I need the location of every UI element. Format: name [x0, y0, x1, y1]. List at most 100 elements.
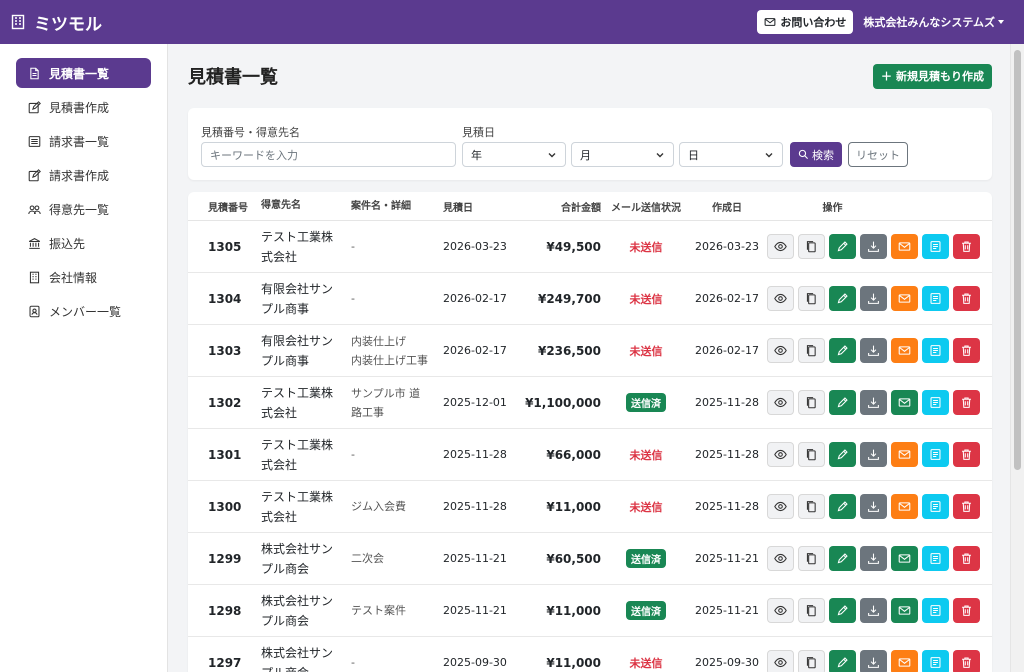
download-button[interactable] [860, 650, 887, 672]
view-button[interactable] [767, 494, 794, 519]
edit-button[interactable] [829, 234, 856, 259]
view-button[interactable] [767, 390, 794, 415]
download-button[interactable] [860, 598, 887, 623]
invoice-button[interactable] [922, 234, 949, 259]
sidebar-item-0[interactable]: 見積書一覧 [16, 58, 151, 88]
sidebar-item-3[interactable]: 請求書作成 [16, 160, 151, 190]
download-button[interactable] [860, 234, 887, 259]
status-badge: 未送信 [629, 656, 663, 670]
invoice-button[interactable] [922, 338, 949, 363]
invoice-button[interactable] [922, 286, 949, 311]
download-button[interactable] [860, 494, 887, 519]
scrollbar[interactable] [1010, 44, 1024, 672]
delete-button[interactable] [953, 546, 980, 571]
download-icon [867, 448, 880, 461]
delete-button[interactable] [953, 442, 980, 467]
contact-button[interactable]: お問い合わせ [757, 10, 854, 34]
send-mail-button[interactable] [891, 234, 918, 259]
edit-button[interactable] [829, 390, 856, 415]
download-button[interactable] [860, 338, 887, 363]
created-date: 2025-11-28 [695, 500, 759, 513]
view-button[interactable] [767, 442, 794, 467]
edit-button[interactable] [829, 598, 856, 623]
copy-button[interactable] [798, 390, 825, 415]
copy-button[interactable] [798, 442, 825, 467]
search-button[interactable]: 検索 [790, 142, 842, 167]
envelope-icon [898, 552, 911, 565]
sidebar-item-2[interactable]: 請求書一覧 [16, 126, 151, 156]
view-button[interactable] [767, 650, 794, 672]
send-mail-button[interactable] [891, 546, 918, 571]
edit-button[interactable] [829, 442, 856, 467]
download-button[interactable] [860, 286, 887, 311]
edit-button[interactable] [829, 650, 856, 672]
delete-button[interactable] [953, 598, 980, 623]
invoice-button[interactable] [922, 390, 949, 415]
case-detail: ジム入会費 [351, 497, 443, 516]
estimate-number: 1301 [208, 447, 242, 462]
send-mail-button[interactable] [891, 598, 918, 623]
status-badge: 送信済 [626, 549, 666, 568]
send-mail-button[interactable] [891, 286, 918, 311]
invoice-button[interactable] [922, 442, 949, 467]
download-button[interactable] [860, 442, 887, 467]
sidebar-item-7[interactable]: メンバー一覧 [16, 296, 151, 326]
sidebar-item-1[interactable]: 見積書作成 [16, 92, 151, 122]
view-button[interactable] [767, 546, 794, 571]
view-button[interactable] [767, 598, 794, 623]
copy-button[interactable] [798, 286, 825, 311]
edit-button[interactable] [829, 494, 856, 519]
sidebar-item-4[interactable]: 得意先一覧 [16, 194, 151, 224]
send-mail-button[interactable] [891, 338, 918, 363]
header-case: 案件名・詳細 [351, 200, 411, 212]
month-select[interactable]: 月 [571, 142, 674, 167]
customer-name-line: テスト工業株 [261, 437, 334, 452]
invoice-icon [929, 292, 942, 305]
send-mail-button[interactable] [891, 494, 918, 519]
send-mail-button[interactable] [891, 390, 918, 415]
edit-button[interactable] [829, 286, 856, 311]
view-button[interactable] [767, 286, 794, 311]
created-date: 2026-03-23 [695, 240, 759, 253]
delete-button[interactable] [953, 390, 980, 415]
copy-button[interactable] [798, 494, 825, 519]
invoice-button[interactable] [922, 494, 949, 519]
edit-button[interactable] [829, 546, 856, 571]
copy-button[interactable] [798, 338, 825, 363]
company-dropdown[interactable]: 株式会社みんなシステムズ [863, 14, 1004, 30]
view-button[interactable] [767, 338, 794, 363]
status-badge: 未送信 [629, 448, 663, 462]
created-date: 2026-02-17 [695, 292, 759, 305]
keyword-input[interactable]: キーワードを入力 [201, 142, 456, 167]
customer-name: 有限会社サン プル商事 [261, 279, 351, 319]
sidebar-item-6[interactable]: 会社情報 [16, 262, 151, 292]
edit-button[interactable] [829, 338, 856, 363]
invoice-button[interactable] [922, 546, 949, 571]
invoice-button[interactable] [922, 598, 949, 623]
brand[interactable]: ミツモル [10, 10, 102, 35]
invoice-button[interactable] [922, 650, 949, 672]
copy-button[interactable] [798, 650, 825, 672]
sidebar-item-5[interactable]: 振込先 [16, 228, 151, 258]
estimate-date: 2025-11-28 [443, 500, 507, 513]
delete-button[interactable] [953, 234, 980, 259]
send-mail-button[interactable] [891, 442, 918, 467]
year-select[interactable]: 年 [462, 142, 566, 167]
download-button[interactable] [860, 390, 887, 415]
delete-button[interactable] [953, 494, 980, 519]
copy-button[interactable] [798, 598, 825, 623]
delete-button[interactable] [953, 338, 980, 363]
reset-button[interactable]: リセット [848, 142, 908, 167]
delete-button[interactable] [953, 286, 980, 311]
download-button[interactable] [860, 546, 887, 571]
scrollbar-thumb[interactable] [1014, 50, 1021, 470]
day-select[interactable]: 日 [679, 142, 783, 167]
view-button[interactable] [767, 234, 794, 259]
copy-button[interactable] [798, 546, 825, 571]
copy-button[interactable] [798, 234, 825, 259]
new-estimate-button[interactable]: ＋ 新規見積もり作成 [873, 63, 992, 89]
send-mail-button[interactable] [891, 650, 918, 672]
estimate-number: 1303 [208, 343, 242, 358]
table-row: 1300 テスト工業株 式会社 ジム入会費 2025-11-28 ¥11,000 未送信 20… [188, 481, 992, 533]
delete-button[interactable] [953, 650, 980, 672]
